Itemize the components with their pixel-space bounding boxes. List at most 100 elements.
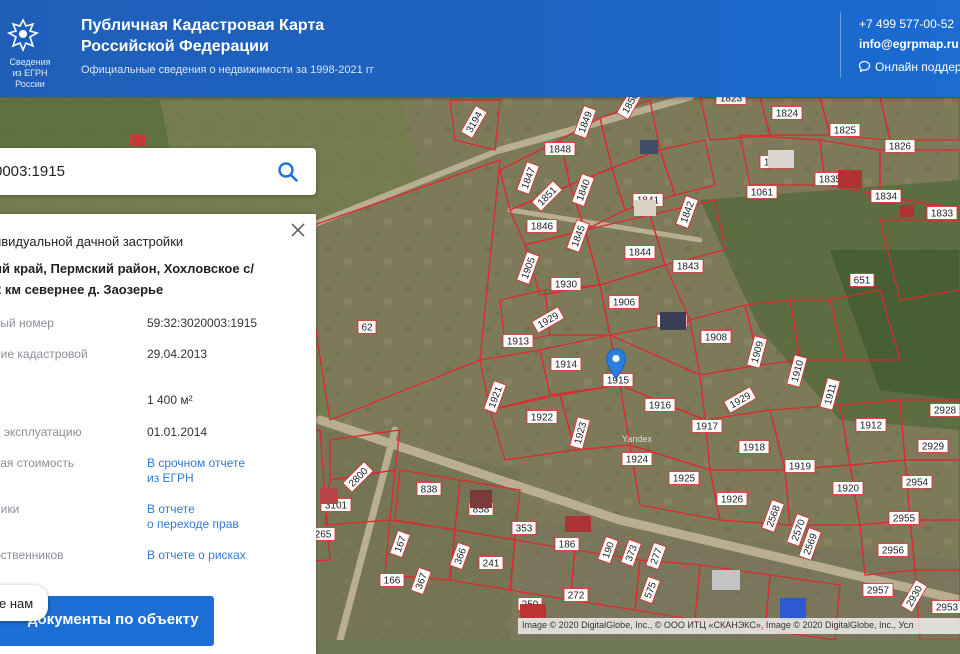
parcel-number-text: 2957: [867, 586, 890, 597]
parcel-number-text: 1916: [649, 401, 672, 412]
parcel-number-text: 2954: [906, 478, 929, 489]
parcel-number-label[interactable]: 2957: [862, 583, 894, 597]
parcel-number-label[interactable]: 1930: [550, 277, 582, 291]
online-support-label: Онлайн поддер: [875, 60, 960, 74]
map-attribution-text[interactable]: Image © 2020 DigitalGlobe, Inc., © ООО И…: [522, 620, 913, 630]
cadastral-number-label: вый номер: [0, 316, 54, 330]
parcel-number-text: 1908: [705, 333, 728, 344]
parcel-number-label[interactable]: 1833: [926, 206, 958, 220]
parcel-number-label[interactable]: 1924: [621, 452, 653, 466]
owners-count-label: бственников: [0, 548, 64, 562]
parcel-number-text: 1912: [860, 421, 883, 432]
parcel-number-text: 1906: [613, 298, 636, 309]
parcel-number-label[interactable]: 2956: [877, 543, 909, 557]
close-icon[interactable]: [290, 222, 306, 238]
parcel-number-label[interactable]: 1844: [624, 245, 656, 259]
parcel-number-label[interactable]: 1926: [716, 492, 748, 506]
parcel-number-label[interactable]: 2954: [901, 475, 933, 489]
parcel-number-label[interactable]: 1916: [644, 398, 676, 412]
parcel-number-label[interactable]: 1843: [672, 259, 704, 273]
parcel-number-text: 1919: [789, 462, 812, 473]
parcel-number-text: 838: [421, 485, 438, 496]
parcel-number-label[interactable]: 62: [357, 320, 377, 334]
parcel-number-label[interactable]: 838: [416, 482, 442, 496]
parcel-number-text: 1826: [889, 142, 912, 153]
page-subtitle: Официальные сведения о недвижимости за 1…: [81, 64, 374, 76]
parcel-number-label[interactable]: 1908: [700, 330, 732, 344]
logo-caption: Сведения из ЕГРН России: [2, 57, 58, 90]
parcel-number-text: 2955: [893, 514, 916, 525]
parcel-number-text: 186: [559, 540, 576, 551]
parcel-number-label[interactable]: 2929: [917, 439, 949, 453]
parcel-number-label[interactable]: 1920: [832, 481, 864, 495]
parcel-number-text: 265: [315, 530, 332, 541]
cadastral-search-input[interactable]: [0, 148, 264, 195]
parcel-number-text: 1924: [626, 455, 649, 466]
commissioning-label: в эксплуатацию: [0, 425, 82, 439]
map-marker-icon[interactable]: [605, 348, 627, 380]
parcel-number-text: 1913: [507, 337, 530, 348]
parcel-number-label[interactable]: 1848: [544, 142, 576, 156]
parcel-number-label[interactable]: 2953: [931, 600, 960, 614]
registration-date-value: 29.04.2013: [147, 347, 208, 361]
parcel-number-text: 1925: [673, 474, 696, 485]
search-icon[interactable]: [276, 160, 300, 184]
parcel-number-label[interactable]: 2955: [888, 511, 920, 525]
parcel-number-text: 1824: [776, 109, 799, 120]
parcel-number-text: 353: [516, 524, 533, 535]
parcel-number-text: 241: [483, 559, 500, 570]
email-link[interactable]: info@egrpmap.ru: [859, 37, 959, 51]
map-attribution: Image © 2020 DigitalGlobe, Inc., © ООО И…: [518, 618, 960, 634]
parcel-number-label[interactable]: 1917: [691, 419, 723, 433]
parcel-number-label[interactable]: 1914: [550, 357, 582, 371]
parcel-number-text: 1917: [696, 422, 719, 433]
urgent-report-link[interactable]: В срочном отчете из ЕГРН: [147, 456, 245, 486]
object-address: ий край, Пермский район, Хохловское с/ 2…: [0, 261, 255, 297]
risk-report-link[interactable]: В отчете о рисках: [147, 548, 246, 563]
parcel-number-text: 1918: [743, 443, 766, 454]
parcel-number-text: 651: [854, 276, 871, 287]
parcel-number-label[interactable]: 651: [849, 273, 875, 287]
parcel-number-label[interactable]: 1061: [746, 185, 778, 199]
parcel-number-text: 1922: [531, 413, 554, 424]
phone-link[interactable]: +7 499 577-00-52: [859, 17, 954, 31]
chat-icon: [858, 60, 871, 73]
parcel-number-label[interactable]: 166: [379, 573, 405, 587]
parcel-number-label[interactable]: 1834: [870, 189, 902, 203]
parcel-number-label[interactable]: 1925: [668, 471, 700, 485]
parcel-number-label[interactable]: 1912: [855, 418, 887, 432]
write-to-us-button[interactable]: е нам: [0, 585, 48, 621]
online-support-link[interactable]: Онлайн поддер: [858, 60, 960, 74]
parcel-number-text: 1834: [875, 192, 898, 203]
eagle-emblem-icon[interactable]: [6, 16, 40, 54]
site-header: Сведения из ЕГРН России Публичная Кадаст…: [0, 0, 960, 97]
parcel-number-label[interactable]: 1824: [771, 106, 803, 120]
parcel-number-text: 1848: [549, 145, 572, 156]
parcel-number-label[interactable]: 1846: [526, 219, 558, 233]
parcel-number-label[interactable]: 241: [478, 556, 504, 570]
parcel-number-label[interactable]: 186: [554, 537, 580, 551]
parcel-number-text: 2953: [936, 603, 959, 614]
parcel-number-label[interactable]: 1825: [829, 123, 861, 137]
parcel-number-label[interactable]: 1906: [608, 295, 640, 309]
parcel-number-text: 1846: [531, 222, 554, 233]
parcel-number-label[interactable]: 1919: [784, 459, 816, 473]
ownership-transfer-report-link[interactable]: В отчете о переходе прав: [147, 502, 239, 532]
parcel-number-text: 1930: [555, 280, 578, 291]
parcel-number-label[interactable]: 2928: [929, 403, 960, 417]
parcel-number-text: 272: [568, 591, 585, 602]
header-divider: [840, 12, 841, 78]
parcel-number-label[interactable]: 1826: [884, 139, 916, 153]
parcel-number-text: 1914: [555, 360, 578, 371]
parcel-number-label[interactable]: 353: [511, 521, 537, 535]
logo-caption-text: Сведения из ЕГРН России: [9, 57, 51, 89]
parcel-number-label[interactable]: 1913: [502, 334, 534, 348]
parcel-number-text: 166: [384, 576, 401, 587]
parcel-number-label[interactable]: 1918: [738, 440, 770, 454]
parcel-number-label[interactable]: 272: [563, 588, 589, 602]
map-watermark: Yandex: [622, 434, 652, 444]
parcel-number-label[interactable]: 1922: [526, 410, 558, 424]
parcel-number-text: 2956: [882, 546, 905, 557]
registration-date-label: ние кадастровой и: [0, 347, 88, 376]
area-value: 1 400 м²: [147, 393, 193, 407]
